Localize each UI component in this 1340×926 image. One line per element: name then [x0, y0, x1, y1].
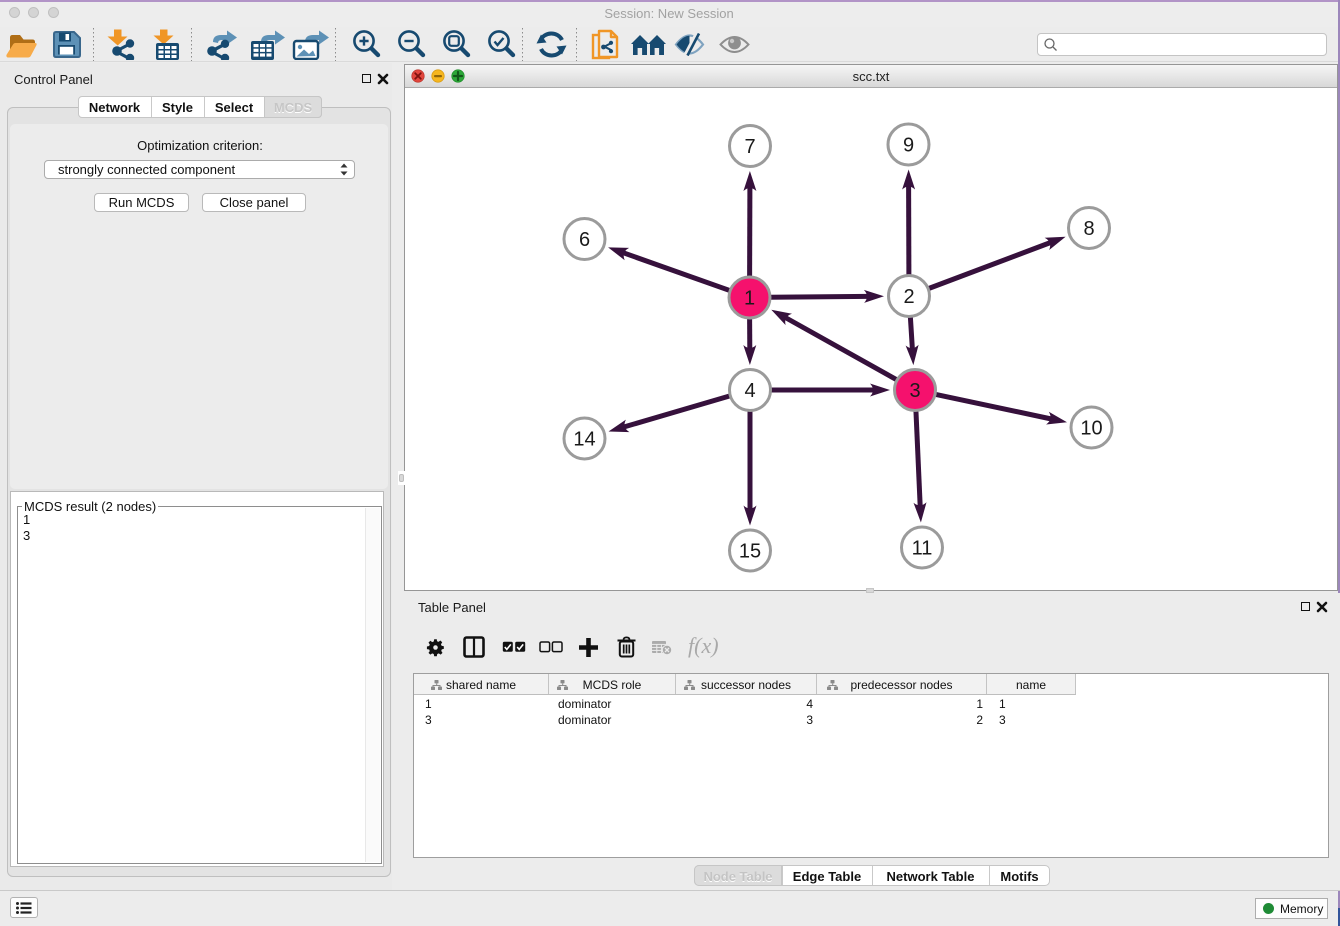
svg-text:1: 1: [744, 288, 755, 310]
svg-text:3: 3: [909, 380, 920, 402]
svg-text:10: 10: [1080, 418, 1102, 440]
svg-text:8: 8: [1083, 218, 1094, 240]
svg-text:15: 15: [739, 541, 761, 563]
svg-text:4: 4: [744, 380, 755, 402]
svg-text:11: 11: [912, 538, 933, 560]
svg-text:6: 6: [579, 229, 590, 251]
svg-text:2: 2: [903, 286, 914, 308]
svg-text:14: 14: [573, 429, 595, 451]
svg-text:7: 7: [744, 136, 755, 158]
svg-text:9: 9: [903, 135, 914, 157]
